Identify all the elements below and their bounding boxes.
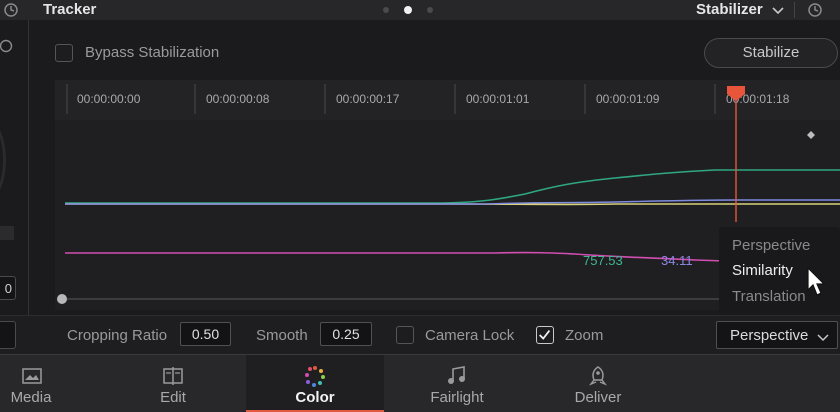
nav-label: Media bbox=[10, 389, 52, 406]
stabilization-type-value: Perspective bbox=[730, 327, 809, 344]
nav-deliver[interactable]: Deliver bbox=[530, 355, 666, 412]
camera-lock-checkbox[interactable] bbox=[396, 326, 414, 344]
timecode: 00:00:00:08 bbox=[206, 92, 270, 106]
fairlight-icon bbox=[448, 366, 465, 384]
menu-item-perspective[interactable]: Perspective bbox=[732, 237, 810, 254]
nav-label: Fairlight bbox=[430, 389, 484, 406]
scrubber-handle[interactable] bbox=[57, 294, 67, 304]
color-icon bbox=[305, 366, 325, 387]
nav-label: Edit bbox=[160, 389, 186, 406]
zoom-label: Zoom bbox=[565, 327, 604, 344]
chevron-down-icon[interactable] bbox=[771, 3, 785, 17]
bypass-stabilization-label: Bypass Stabilization bbox=[85, 44, 220, 61]
pager-dot-active[interactable] bbox=[404, 6, 412, 14]
tracker-header: Tracker Stabilizer bbox=[0, 0, 840, 20]
nav-label: Color bbox=[295, 389, 335, 406]
dial-edge bbox=[0, 120, 6, 200]
edit-icon bbox=[163, 367, 183, 385]
reset-icon[interactable] bbox=[2, 1, 20, 19]
slider-edge bbox=[0, 226, 14, 240]
chevron-down-icon bbox=[817, 334, 829, 342]
stabilize-button[interactable]: Stabilize bbox=[704, 38, 838, 68]
bypass-stabilization-checkbox[interactable] bbox=[55, 44, 73, 62]
header-divider bbox=[794, 2, 795, 18]
menu-item-translation[interactable]: Translation bbox=[732, 288, 806, 305]
nav-fairlight[interactable]: Fairlight bbox=[390, 355, 524, 412]
panel-divider bbox=[28, 20, 29, 354]
value-field[interactable]: 0 bbox=[0, 276, 16, 300]
cropping-ratio-field[interactable]: 0.50 bbox=[180, 322, 231, 346]
left-panel-edge: 0 bbox=[0, 20, 18, 354]
mouse-pointer-icon bbox=[807, 266, 826, 296]
timeline-ruler[interactable] bbox=[55, 80, 840, 120]
nav-color[interactable]: Color bbox=[246, 355, 384, 412]
zoom-checkbox[interactable] bbox=[536, 326, 554, 344]
smooth-label: Smooth bbox=[256, 327, 308, 344]
cropping-ratio-label: Cropping Ratio bbox=[67, 327, 168, 344]
timecode: 00:00:01:01 bbox=[466, 92, 530, 106]
nav-label: Deliver bbox=[574, 389, 622, 406]
smooth-field[interactable]: 0.25 bbox=[320, 322, 372, 346]
value-field[interactable] bbox=[0, 321, 16, 349]
media-icon bbox=[22, 368, 42, 384]
stabilization-type-select[interactable]: Perspective bbox=[716, 321, 838, 349]
deliver-icon bbox=[588, 366, 608, 386]
pager-dot[interactable] bbox=[427, 7, 433, 13]
pager-dot[interactable] bbox=[383, 7, 389, 13]
reset-icon[interactable] bbox=[806, 1, 824, 19]
timecode: 00:00:00:00 bbox=[77, 92, 141, 106]
panel-title: Tracker bbox=[43, 1, 97, 18]
mode-dropdown-label[interactable]: Stabilizer bbox=[696, 1, 763, 18]
page-navigation: Media Edit Color Fairlight Deliver bbox=[0, 354, 840, 412]
checkmark-icon bbox=[539, 330, 551, 340]
timecode: 00:00:01:09 bbox=[596, 92, 660, 106]
readout-green: 757.53 bbox=[583, 253, 623, 268]
camera-lock-label: Camera Lock bbox=[425, 327, 515, 344]
menu-item-similarity[interactable]: Similarity bbox=[732, 262, 793, 279]
nav-media[interactable]: Media bbox=[0, 355, 62, 412]
stabilizer-controls: Cropping Ratio 0.50 Smooth 0.25 Camera L… bbox=[0, 315, 840, 354]
timecode: 00:00:00:17 bbox=[336, 92, 400, 106]
readout-blue: 34.11 bbox=[661, 253, 693, 268]
reset-icon[interactable] bbox=[0, 38, 16, 54]
pager-dots[interactable] bbox=[380, 4, 436, 16]
nav-edit[interactable]: Edit bbox=[105, 355, 241, 412]
